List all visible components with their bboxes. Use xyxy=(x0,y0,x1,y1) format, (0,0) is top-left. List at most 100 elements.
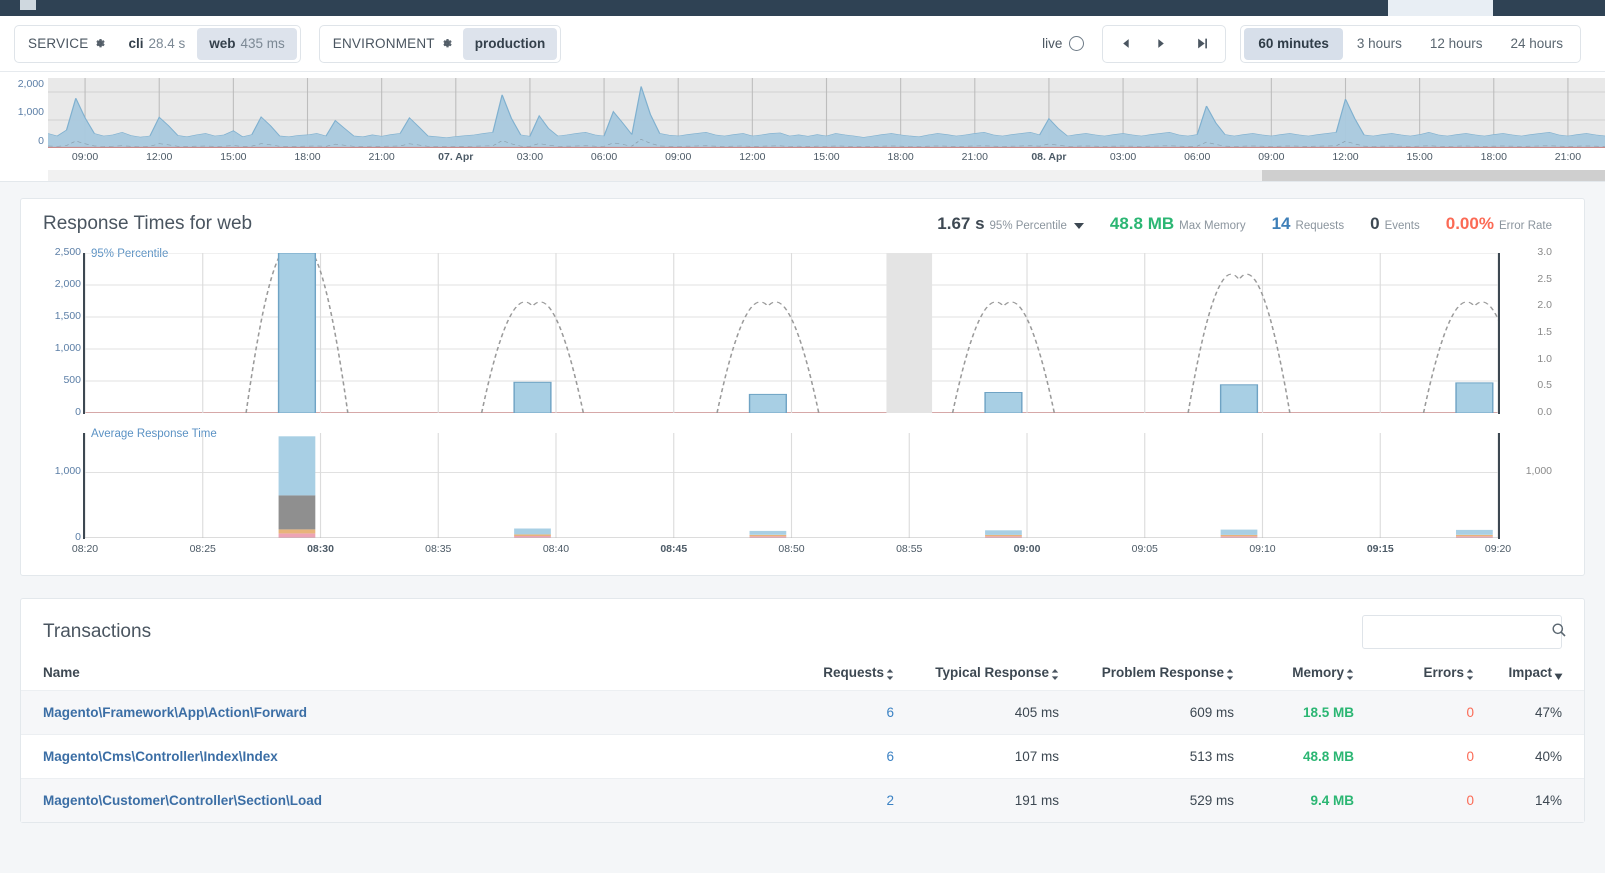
col-requests[interactable]: Requests xyxy=(774,659,894,691)
sort-icon[interactable] xyxy=(1346,668,1354,680)
page-title: Response Times for web xyxy=(43,213,253,234)
overview-xtick: 06:00 xyxy=(590,151,618,163)
overview-xtick: 09:00 xyxy=(665,151,692,163)
range-3-hours[interactable]: 3 hours xyxy=(1343,28,1416,60)
metric-error-rate-value: 0.00% xyxy=(1445,214,1494,233)
timeline-overview[interactable]: 2,000 1,000 0 09:00 12:00 15:00 18:00 21:00 0… xyxy=(0,72,1605,182)
overview-xtick: 21:00 xyxy=(368,151,395,163)
table-row[interactable]: Magento\Customer\Controller\Section\Load… xyxy=(21,778,1584,823)
service-chip-cli-name: cli xyxy=(128,36,144,51)
overview-xtick: 21:00 xyxy=(961,151,988,163)
service-chip-web-name: web xyxy=(209,36,236,51)
col-memory[interactable]: Memory xyxy=(1234,659,1354,691)
sort-icon[interactable] xyxy=(886,668,894,680)
transaction-name-link[interactable]: Magento\Cms\Controller\Index\Index xyxy=(21,735,774,779)
skip-to-latest-icon[interactable] xyxy=(1185,27,1219,61)
average-left-spine xyxy=(83,433,85,539)
average-right-spine xyxy=(1498,433,1500,539)
average-xtick: 08:40 xyxy=(542,543,570,555)
average-xtick: 09:00 xyxy=(1013,543,1041,555)
average-y2tick: 1,000 xyxy=(1525,465,1552,478)
search-input[interactable] xyxy=(1371,623,1551,641)
transactions-search[interactable] xyxy=(1362,615,1566,649)
overview-xtick: 03:00 xyxy=(516,151,544,163)
gear-icon[interactable] xyxy=(440,37,453,50)
range-12-hours[interactable]: 12 hours xyxy=(1416,28,1497,60)
transaction-requests[interactable]: 6 xyxy=(774,735,894,779)
range-24-hours[interactable]: 24 hours xyxy=(1496,28,1577,60)
transaction-typical-response: 405 ms xyxy=(1014,705,1059,720)
average-plot[interactable] xyxy=(85,433,1498,538)
col-typical-response[interactable]: Typical Response xyxy=(894,659,1059,691)
percentile-y2tick: 2.0 xyxy=(1537,299,1552,312)
col-requests-label: Requests xyxy=(823,665,884,680)
transactions-title: Transactions xyxy=(43,621,152,642)
table-header-row: Name Requests Typical Response Problem R… xyxy=(21,659,1584,691)
transaction-errors: 0 xyxy=(1466,793,1474,808)
environment-label-text: ENVIRONMENT xyxy=(332,36,435,51)
col-errors[interactable]: Errors xyxy=(1354,659,1474,691)
environment-chip-production[interactable]: production xyxy=(462,27,558,60)
percentile-ytick: 1,500 xyxy=(54,310,81,322)
service-chip-cli-value: 28.4 s xyxy=(148,36,186,51)
prev-arrow-icon[interactable] xyxy=(1109,27,1143,61)
average-xtick: 08:25 xyxy=(189,543,216,555)
table-row[interactable]: Magento\Cms\Controller\Index\Index 6 107 m… xyxy=(21,734,1584,779)
transactions-header: Transactions xyxy=(21,599,1584,659)
overview-xtick: 15:00 xyxy=(813,151,840,163)
time-range-group: 60 minutes 3 hours 12 hours 24 hours xyxy=(1240,24,1581,63)
service-label-text: SERVICE xyxy=(28,36,89,51)
topbar-active-tab[interactable] xyxy=(1388,0,1493,16)
average-xtick: 09:05 xyxy=(1131,543,1158,555)
range-60-minutes[interactable]: 60 minutes xyxy=(1244,27,1343,60)
environment-selector: ENVIRONMENT production xyxy=(318,24,562,63)
chevron-down-icon[interactable] xyxy=(1073,223,1084,229)
search-icon[interactable] xyxy=(1551,622,1567,643)
service-chip-cli[interactable]: cli 28.4 s xyxy=(116,28,197,60)
average-xtick: 08:35 xyxy=(425,543,452,555)
transaction-requests[interactable]: 6 xyxy=(774,691,894,735)
col-typical-response-label: Typical Response xyxy=(935,665,1049,680)
percentile-ytick: 2,500 xyxy=(54,246,81,258)
transaction-name-link[interactable]: Magento\Customer\Controller\Section\Load xyxy=(21,779,774,823)
overview-ytick-2000: 2,000 xyxy=(17,78,44,90)
average-xtick: 08:20 xyxy=(71,543,99,555)
col-problem-response[interactable]: Problem Response xyxy=(1059,659,1234,691)
transaction-requests[interactable]: 2 xyxy=(774,779,894,823)
environment-chip-production-name: production xyxy=(474,36,546,51)
live-label: live xyxy=(1042,36,1063,51)
overview-ytick-0: 0 xyxy=(38,135,44,147)
sort-icon[interactable] xyxy=(1226,668,1234,680)
overview-xtick: 18:00 xyxy=(294,151,321,163)
response-times-header: Response Times for web 1.67 s 95% Percen… xyxy=(21,199,1584,245)
table-row[interactable]: Magento\Framework\App\Action\Forward 6 405… xyxy=(21,690,1584,735)
percentile-y2tick: 2.5 xyxy=(1537,272,1552,285)
transaction-impact: 47% xyxy=(1534,705,1562,720)
transaction-problem-response: 609 ms xyxy=(1189,705,1234,720)
col-name[interactable]: Name xyxy=(21,659,774,691)
overview-scrollbar-thumb[interactable] xyxy=(1262,170,1605,181)
app-top-bar xyxy=(0,0,1605,16)
average-xtick: 08:55 xyxy=(896,543,923,555)
percentile-plot[interactable] xyxy=(85,253,1498,413)
transaction-name-link[interactable]: Magento\Framework\App\Action\Forward xyxy=(21,691,774,735)
service-chip-web[interactable]: web 435 ms xyxy=(197,27,297,60)
transaction-problem-response: 513 ms xyxy=(1189,749,1234,764)
sort-desc-icon[interactable] xyxy=(1554,668,1563,680)
percentile-chart[interactable]: 0 500 1,000 1,500 2,000 2,500 0.0 0.5 1.0 1.5 2.0… xyxy=(45,245,1560,425)
metric-max-memory-unit: Max Memory xyxy=(1179,220,1246,232)
sort-icon[interactable] xyxy=(1051,668,1059,680)
overview-plot[interactable] xyxy=(48,78,1605,148)
gear-icon[interactable] xyxy=(93,37,106,50)
percentile-right-spine xyxy=(1498,253,1500,414)
metric-percentile[interactable]: 1.67 s 95% Percentile xyxy=(937,214,1084,234)
sort-icon[interactable] xyxy=(1466,668,1474,680)
live-toggle[interactable]: live xyxy=(1042,36,1085,51)
col-impact[interactable]: Impact xyxy=(1474,659,1584,691)
next-arrow-icon[interactable] xyxy=(1143,27,1177,61)
col-memory-label: Memory xyxy=(1292,665,1344,680)
timeline-overview-wrap: 2,000 1,000 0 09:00 12:00 15:00 18:00 21:00 0… xyxy=(0,78,1605,164)
overview-scrollbar[interactable] xyxy=(48,170,1605,181)
average-response-chart[interactable]: 0 1,000 1,000 Average Response Time 08:20… xyxy=(45,425,1560,575)
percentile-y2tick: 1.0 xyxy=(1537,352,1552,365)
